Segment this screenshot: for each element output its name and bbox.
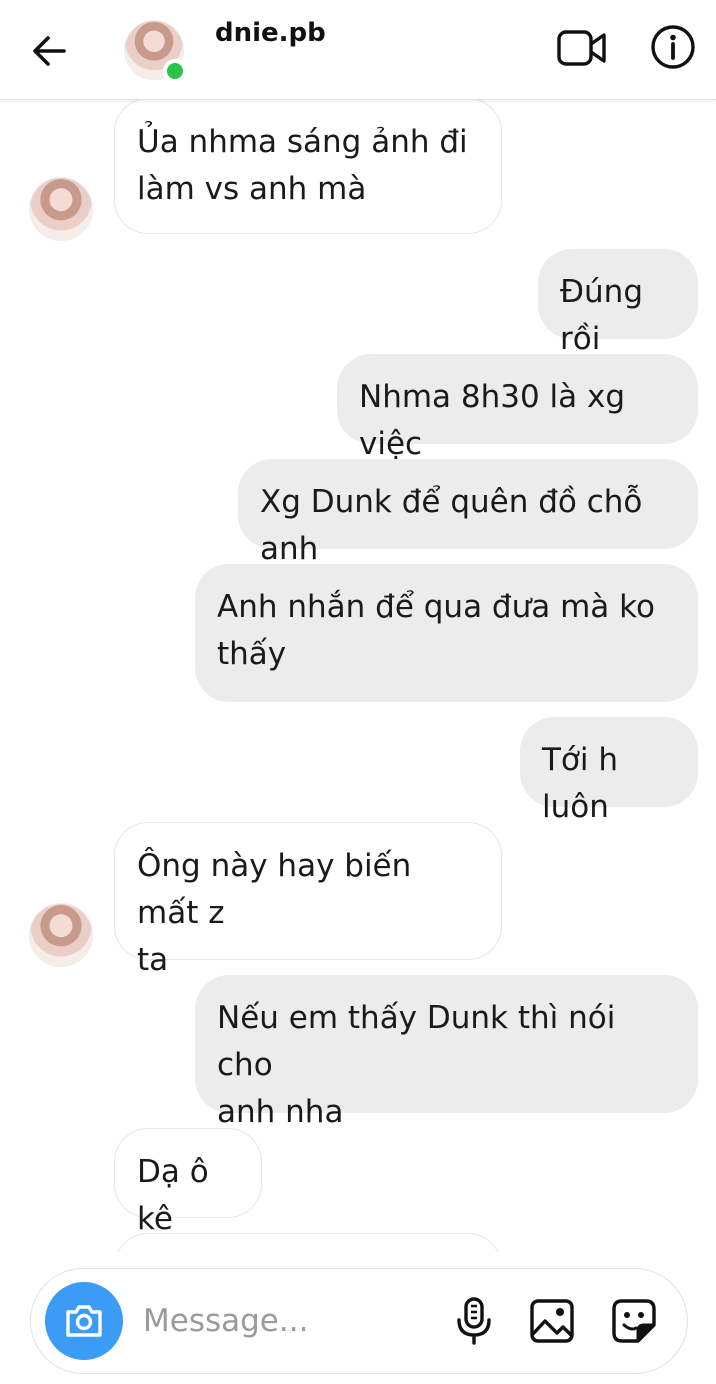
sticker-icon [612, 1299, 656, 1343]
outgoing-message[interactable]: Nếu em thấy Dunk thì nói cho anh nha [195, 975, 698, 1130]
camera-button[interactable] [45, 1282, 123, 1360]
video-camera-icon [557, 30, 606, 66]
incoming-message[interactable]: Ông này hay biến mất z ta [114, 822, 502, 978]
message-thread[interactable]: Ủa nhma sáng ảnh đi làm vs anh mà Đúng r… [0, 100, 716, 1252]
info-button[interactable] [650, 24, 696, 70]
gallery-icon [530, 1299, 574, 1343]
microphone-icon [457, 1297, 491, 1345]
sender-avatar[interactable] [29, 903, 93, 967]
online-status-indicator [163, 59, 187, 83]
message-input[interactable] [143, 1295, 433, 1347]
incoming-message[interactable]: Dạ ô kê [114, 1128, 262, 1237]
message-composer [30, 1268, 688, 1374]
outgoing-message[interactable]: Xg Dunk để quên đồ chỗ anh [238, 459, 698, 567]
video-call-button[interactable] [556, 26, 608, 70]
back-button[interactable] [28, 30, 70, 72]
arrow-left-icon [33, 36, 66, 66]
sender-avatar[interactable] [29, 177, 93, 241]
outgoing-message[interactable]: Anh nhắn để qua đưa mà ko thấy [195, 564, 698, 702]
gallery-button[interactable] [527, 1295, 577, 1347]
voice-message-button[interactable] [449, 1295, 499, 1347]
outgoing-message[interactable]: Tới h luôn [520, 717, 698, 825]
sticker-button[interactable] [609, 1295, 659, 1347]
outgoing-message[interactable]: Nhma 8h30 là xg việc [337, 354, 698, 462]
incoming-message[interactable]: Ủa nhma sáng ảnh đi làm vs anh mà [114, 100, 502, 234]
info-icon [651, 25, 695, 69]
camera-icon [66, 1305, 102, 1337]
contact-username[interactable]: dnie.pb [215, 18, 326, 48]
outgoing-message[interactable]: Đúng rồi [538, 249, 698, 357]
incoming-message-partial[interactable] [114, 1233, 502, 1252]
chat-header: dnie.pb [0, 0, 716, 100]
